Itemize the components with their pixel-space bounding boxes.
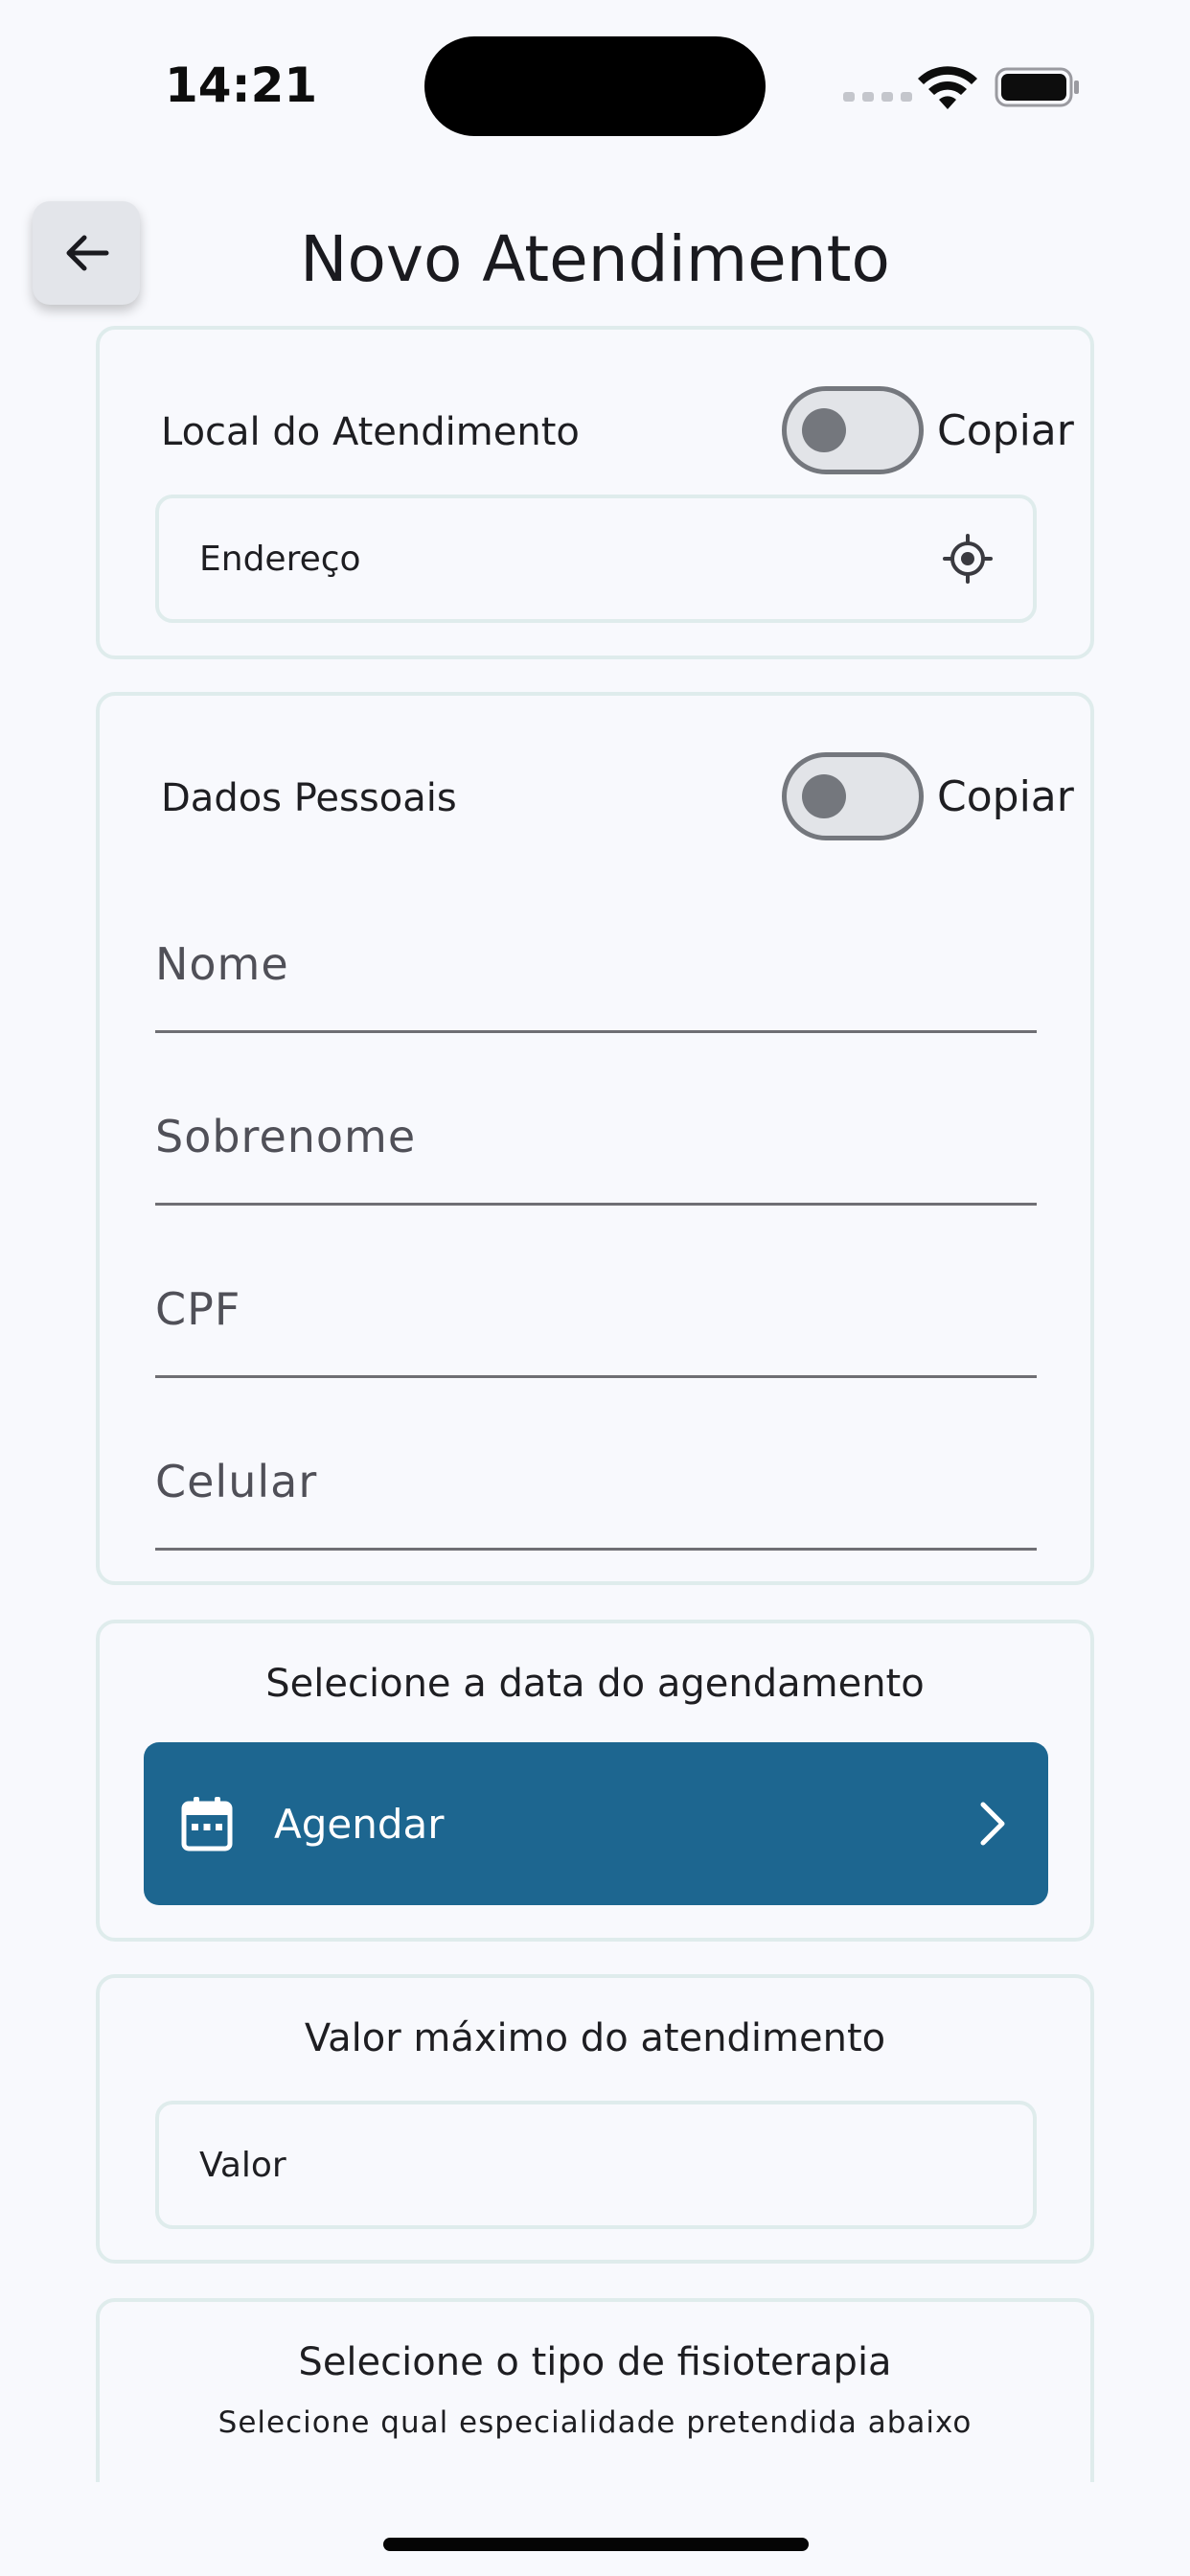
schedule-card-title: Selecione a data do agendamento <box>265 1662 925 1706</box>
nome-placeholder: Nome <box>155 938 289 990</box>
schedule-card: Selecione a data do agendamento Agendar <box>96 1620 1094 1942</box>
therapy-card-subtitle: Selecione qual especialidade pretendida … <box>217 2405 973 2440</box>
therapy-card-title: Selecione o tipo de fisioterapia <box>298 2340 892 2384</box>
address-input[interactable]: Endereço <box>155 494 1037 623</box>
dynamic-island <box>424 36 766 136</box>
chevron-right-icon <box>980 1802 1005 1846</box>
nome-field[interactable]: Nome <box>155 889 1037 1033</box>
celular-field[interactable]: Celular <box>155 1407 1037 1551</box>
value-input[interactable]: Valor <box>155 2101 1037 2229</box>
bottom-safe-area <box>0 2482 1190 2576</box>
gps-target-icon[interactable] <box>943 534 993 584</box>
schedule-button-label: Agendar <box>274 1800 445 1848</box>
screen: 14:21 Novo Atendimento Local do Atendime… <box>0 0 1190 2576</box>
personal-card: Dados Pessoais Copiar Nome Sobrenome CPF… <box>96 692 1094 1585</box>
wifi-icon <box>918 66 977 109</box>
battery-icon <box>995 67 1079 107</box>
local-copy-toggle-group: Copiar <box>782 386 1074 474</box>
page-title: Novo Atendimento <box>300 222 890 296</box>
address-placeholder: Endereço <box>199 539 361 579</box>
local-copy-label: Copiar <box>937 405 1074 455</box>
cellular-signal-icon <box>843 92 912 102</box>
toggle-knob <box>802 408 846 452</box>
local-card: Local do Atendimento Copiar Endereço <box>96 326 1094 659</box>
value-card-title: Valor máximo do atendimento <box>304 2016 886 2060</box>
personal-copy-toggle[interactable] <box>782 752 924 840</box>
toggle-knob <box>802 774 846 818</box>
local-copy-toggle[interactable] <box>782 386 924 474</box>
local-card-title: Local do Atendimento <box>161 410 580 454</box>
sobrenome-placeholder: Sobrenome <box>155 1111 417 1162</box>
celular-placeholder: Celular <box>155 1456 318 1507</box>
personal-copy-label: Copiar <box>937 771 1074 821</box>
home-indicator[interactable] <box>383 2538 809 2551</box>
status-time: 14:21 <box>165 58 318 113</box>
calendar-icon <box>181 1797 233 1852</box>
cpf-field[interactable]: CPF <box>155 1234 1037 1378</box>
value-card: Valor máximo do atendimento Valor <box>96 1974 1094 2264</box>
cpf-placeholder: CPF <box>155 1283 241 1335</box>
sobrenome-field[interactable]: Sobrenome <box>155 1062 1037 1206</box>
personal-card-title: Dados Pessoais <box>161 776 457 820</box>
schedule-button[interactable]: Agendar <box>144 1742 1048 1905</box>
value-placeholder: Valor <box>199 2145 286 2185</box>
personal-copy-toggle-group: Copiar <box>782 752 1074 840</box>
